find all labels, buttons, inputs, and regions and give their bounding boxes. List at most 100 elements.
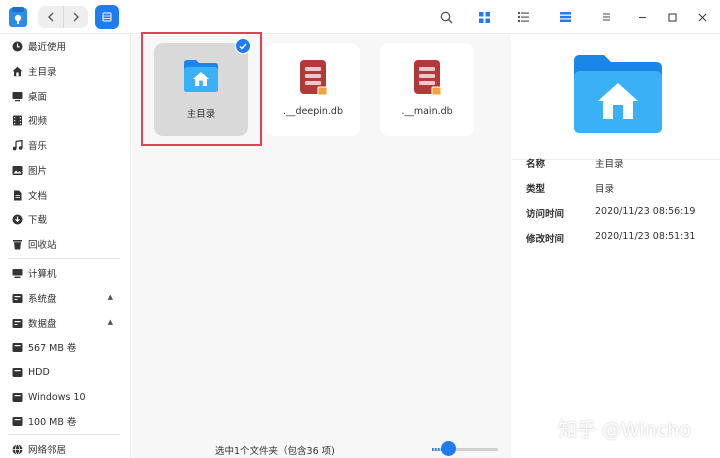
minimize-button[interactable] — [634, 9, 650, 25]
sidebar-item-label: 系统盘 — [28, 294, 57, 305]
sidebar-item-label: 100 MB 卷 — [28, 417, 77, 428]
sidebar-item-computer[interactable]: 计算机 — [0, 262, 131, 284]
chevron-right-icon — [73, 12, 79, 22]
network-icon — [10, 442, 24, 456]
back-button[interactable] — [38, 6, 63, 28]
sidebar-item-recent[interactable]: 最近使用 — [0, 35, 131, 57]
file-item-main-db[interactable]: .__main.db — [380, 43, 474, 136]
prop-key-name: 名称 — [526, 159, 546, 170]
sidebar-item-label: 计算机 — [28, 269, 57, 280]
trash-icon — [10, 237, 24, 251]
disk-icon — [10, 390, 24, 404]
prop-value-name: 主目录 — [595, 159, 624, 170]
clock-icon — [10, 39, 24, 53]
video-icon — [10, 113, 24, 127]
close-button[interactable] — [694, 9, 710, 25]
sidebar-divider — [8, 434, 120, 435]
breadcrumb-home-button[interactable] — [95, 5, 119, 29]
disk-icon — [10, 365, 24, 379]
sidebar-divider — [8, 258, 120, 259]
detail-panel-toggle[interactable] — [556, 8, 574, 26]
prop-key-access-time: 访问时间 — [526, 209, 565, 220]
prop-value-access-time: 2020/11/23 08:56:19 — [595, 206, 696, 217]
file-item-deepin-db[interactable]: .__deepin.db — [266, 43, 360, 136]
zoom-slider-handle[interactable] — [441, 441, 456, 456]
grid-icon — [478, 11, 490, 23]
sidebar-item-label: HDD — [28, 366, 50, 378]
file-manager-logo-icon — [9, 7, 27, 27]
eject-icon[interactable]: ▲ — [108, 318, 113, 326]
title-bar — [0, 0, 720, 34]
sidebar-item-label: 视频 — [28, 116, 48, 127]
sidebar-item-windows10[interactable]: Windows 10 — [0, 386, 131, 408]
sidebar-item-label: 数据盘 — [28, 319, 57, 330]
file-name: .__main.db — [401, 106, 453, 117]
prop-value-type: 目录 — [595, 184, 615, 195]
sidebar-item-label: 文档 — [28, 191, 48, 202]
forward-button[interactable] — [63, 6, 88, 28]
nav-buttons — [38, 6, 88, 28]
sidebar-item-documents[interactable]: 文档 — [0, 184, 131, 206]
home-folder-icon — [102, 12, 112, 22]
document-icon — [10, 188, 24, 202]
prop-value-modified-time: 2020/11/23 08:51:31 — [595, 231, 696, 242]
sidebar-item-trash[interactable]: 回收站 — [0, 233, 131, 255]
list-icon — [517, 12, 529, 22]
database-file-icon — [414, 60, 442, 96]
search-button[interactable] — [437, 8, 455, 26]
close-icon — [698, 13, 706, 21]
icon-view-button[interactable] — [475, 8, 493, 26]
file-name: .__deepin.db — [282, 106, 343, 117]
desktop-icon — [10, 89, 24, 103]
sidebar-item-downloads[interactable]: 下载 — [0, 208, 131, 230]
status-text: 选中1个文件夹（包含36 项) — [215, 446, 335, 457]
list-view-button[interactable] — [514, 8, 532, 26]
detail-panel-icon — [559, 12, 571, 22]
sidebar-item-label: 网络邻居 — [28, 445, 67, 456]
sidebar-item-music[interactable]: 音乐 — [0, 134, 131, 156]
sidebar-item-hdd[interactable]: HDD — [0, 361, 131, 383]
eject-icon[interactable]: ▲ — [108, 293, 113, 301]
maximize-icon — [667, 12, 677, 22]
disk-icon — [10, 291, 24, 305]
disk-icon — [10, 340, 24, 354]
minimize-icon — [638, 16, 646, 18]
sidebar-item-label: 图片 — [28, 166, 48, 177]
sidebar-item-100mb-volume[interactable]: 100 MB 卷 — [0, 410, 131, 432]
disk-icon — [10, 414, 24, 428]
search-icon — [440, 11, 452, 23]
sidebar-item-label: 桌面 — [28, 92, 48, 103]
sidebar-item-label: 567 MB 卷 — [28, 343, 77, 354]
sidebar-item-label: 音乐 — [28, 141, 48, 152]
sidebar-item-home[interactable]: 主目录 — [0, 60, 131, 82]
picture-icon — [10, 163, 24, 177]
sidebar: 最近使用 主目录 桌面 视频 音乐 图片 文档 下载 回收站 计算机 系统盘 ▲ — [0, 35, 131, 458]
sidebar-item-567mb-volume[interactable]: 567 MB 卷 — [0, 336, 131, 358]
sidebar-item-label: 主目录 — [28, 67, 57, 78]
detail-panel: 名称 主目录 类型 目录 访问时间 2020/11/23 08:56:19 修改… — [512, 35, 720, 458]
watermark: 知乎 @Wincho — [558, 419, 691, 441]
prop-key-modified-time: 修改时间 — [526, 234, 565, 245]
computer-icon — [10, 266, 24, 280]
menu-button[interactable] — [598, 9, 614, 25]
sidebar-item-system-disk[interactable]: 系统盘 ▲ — [0, 287, 131, 309]
sidebar-item-label: Windows 10 — [28, 391, 86, 403]
sidebar-item-videos[interactable]: 视频 — [0, 109, 131, 131]
maximize-button[interactable] — [664, 9, 680, 25]
disk-icon — [10, 316, 24, 330]
sidebar-item-pictures[interactable]: 图片 — [0, 159, 131, 181]
sidebar-item-label: 下载 — [28, 215, 48, 226]
music-icon — [10, 138, 24, 152]
hamburger-menu-icon — [602, 13, 610, 21]
prop-key-type: 类型 — [526, 184, 546, 195]
database-file-icon — [300, 60, 328, 96]
sidebar-item-network[interactable]: 网络邻居 — [0, 438, 131, 458]
chevron-left-icon — [47, 12, 53, 22]
sidebar-item-label: 回收站 — [28, 240, 57, 251]
sidebar-item-data-disk[interactable]: 数据盘 ▲ — [0, 312, 131, 334]
checkmark-icon — [235, 38, 251, 54]
sidebar-item-desktop[interactable]: 桌面 — [0, 85, 131, 107]
home-icon — [10, 64, 24, 78]
download-icon — [10, 212, 24, 226]
folder-preview-icon — [574, 55, 662, 133]
